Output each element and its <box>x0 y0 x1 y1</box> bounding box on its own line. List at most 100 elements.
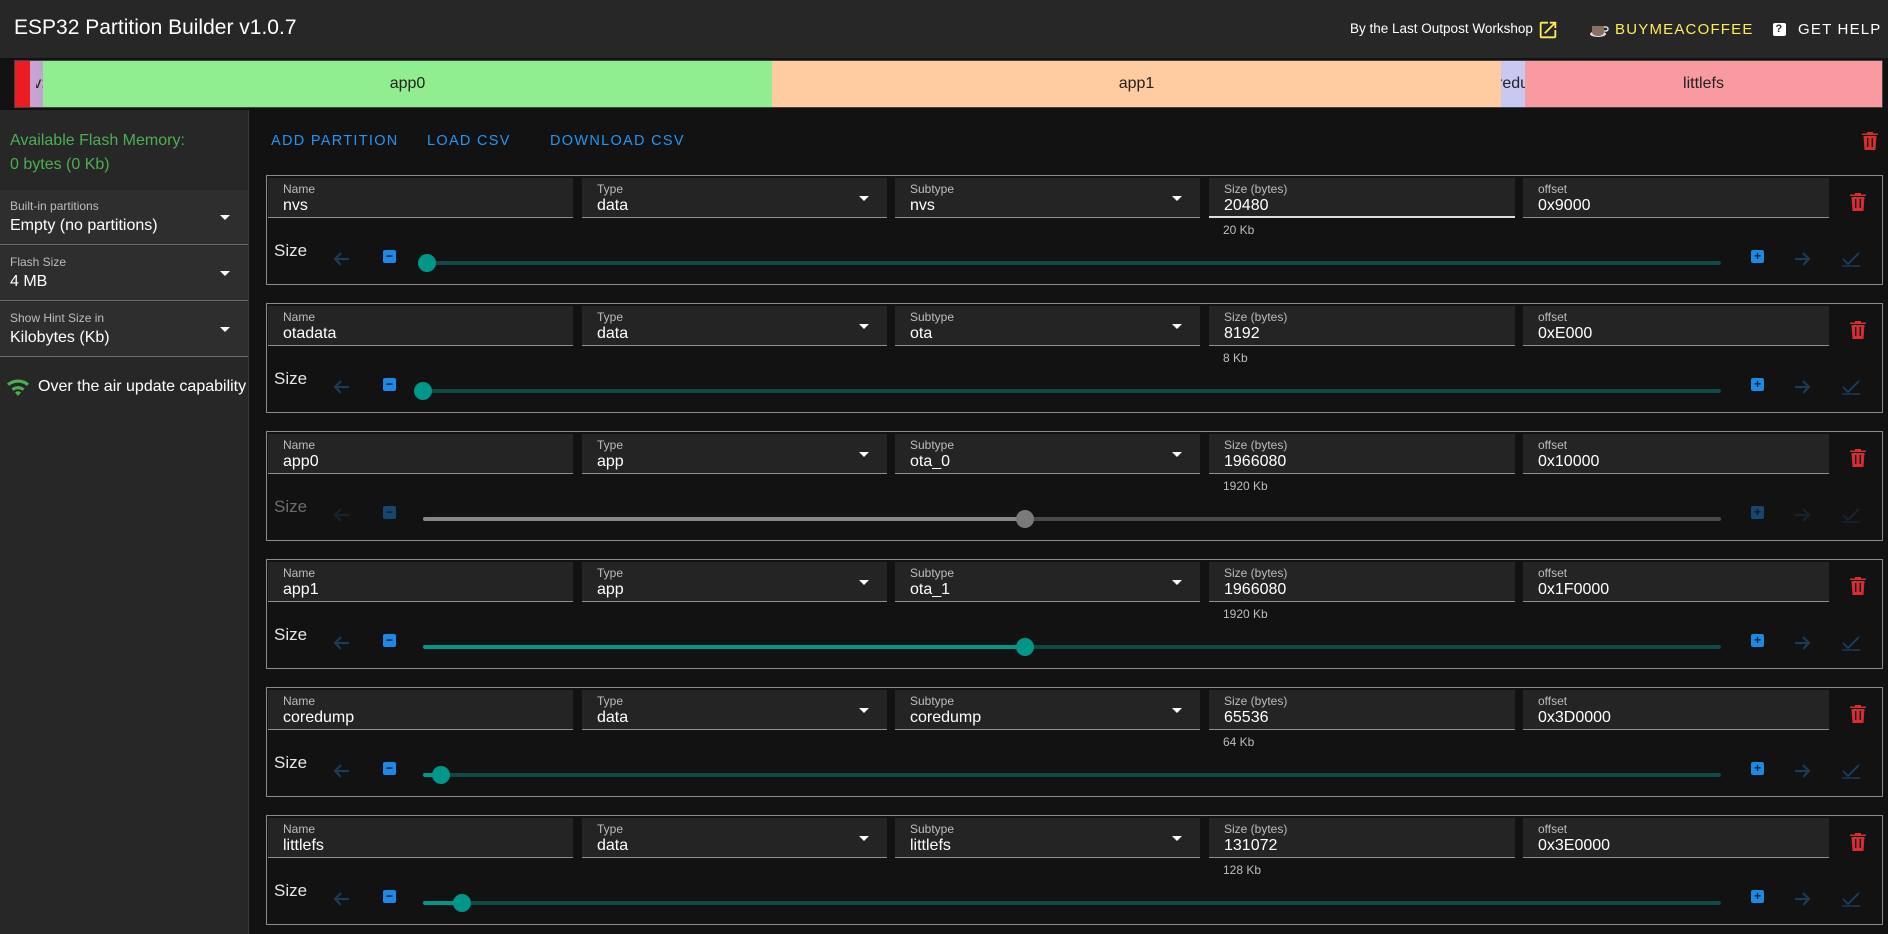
partition-size-field[interactable]: Size (bytes) 8192 <box>1209 306 1515 346</box>
partition-size-field[interactable]: Size (bytes) 1966080 <box>1209 434 1515 474</box>
app-bar: ESP32 Partition Builder v1.0.7 By the La… <box>0 0 1888 58</box>
partition-type-field[interactable]: Type data <box>582 306 887 346</box>
partition-map-segment: v: <box>36 61 43 107</box>
delete-partition-icon[interactable] <box>1850 449 1866 467</box>
slider-thumb[interactable] <box>417 254 436 272</box>
decrease-size-button[interactable]: − <box>383 634 396 647</box>
partition-name-field[interactable]: Name app0 <box>268 434 573 474</box>
field-label: Size (bytes) <box>1224 694 1288 708</box>
delete-all-icon[interactable] <box>1862 132 1878 150</box>
decrease-size-button[interactable]: − <box>383 762 396 775</box>
delete-partition-icon[interactable] <box>1850 833 1866 851</box>
size-slider[interactable] <box>423 894 1721 912</box>
arrow-left-icon[interactable] <box>334 252 350 266</box>
decrease-size-button[interactable]: − <box>383 378 396 391</box>
arrow-right-icon[interactable] <box>1794 380 1810 394</box>
partition-size-field[interactable]: Size (bytes) 131072 <box>1209 818 1515 858</box>
partition-size-field[interactable]: Size (bytes) 65536 <box>1209 690 1515 730</box>
slider-thumb[interactable] <box>414 382 432 400</box>
partition-size-field[interactable]: Size (bytes) 1966080 <box>1209 562 1515 602</box>
chevron-down-icon <box>1172 452 1182 457</box>
size-slider[interactable] <box>423 638 1721 656</box>
arrow-right-icon[interactable] <box>1794 636 1810 650</box>
delete-partition-icon[interactable] <box>1850 321 1866 339</box>
slider-fill <box>423 645 1026 649</box>
apply-check-icon[interactable] <box>1842 251 1860 267</box>
arrow-left-icon[interactable] <box>334 380 350 394</box>
partition-name-field[interactable]: Name otadata <box>268 306 573 346</box>
increase-size-button[interactable]: + <box>1751 634 1764 647</box>
partition-offset-field[interactable]: offset 0x3E0000 <box>1523 818 1829 858</box>
partition-type-field[interactable]: Type app <box>582 562 887 602</box>
apply-check-icon[interactable] <box>1842 379 1860 395</box>
partition-offset-field[interactable]: offset 0x1F0000 <box>1523 562 1829 602</box>
apply-check-icon[interactable] <box>1842 507 1860 523</box>
author-link[interactable]: By the Last Outpost Workshop <box>1350 21 1533 36</box>
decrease-size-button[interactable]: − <box>383 506 396 519</box>
arrow-left-icon[interactable] <box>334 892 350 906</box>
flash-size-select[interactable]: Flash Size 4 MB <box>0 246 248 301</box>
partition-subtype-field[interactable]: Subtype littlefs <box>895 818 1200 858</box>
field-label: offset <box>1538 566 1568 580</box>
delete-partition-icon[interactable] <box>1850 577 1866 595</box>
partition-subtype-field[interactable]: Subtype ota <box>895 306 1200 346</box>
partition-type-field[interactable]: Type app <box>582 434 887 474</box>
chevron-down-icon <box>859 836 869 841</box>
slider-thumb[interactable] <box>1016 638 1035 656</box>
partition-offset-field[interactable]: offset 0x10000 <box>1523 434 1829 474</box>
arrow-right-icon[interactable] <box>1794 892 1810 906</box>
field-value: data <box>597 325 629 342</box>
increase-size-button[interactable]: + <box>1751 378 1764 391</box>
partition-name-field[interactable]: Name coredump <box>268 690 573 730</box>
size-slider[interactable] <box>423 766 1721 784</box>
partition-subtype-field[interactable]: Subtype coredump <box>895 690 1200 730</box>
slider-thumb[interactable] <box>432 766 451 784</box>
partition-offset-field[interactable]: offset 0x9000 <box>1523 178 1829 218</box>
partition-name-field[interactable]: Name littlefs <box>268 818 573 858</box>
partition-subtype-field[interactable]: Subtype ota_1 <box>895 562 1200 602</box>
partition-type-field[interactable]: Type data <box>582 690 887 730</box>
open-in-new-icon[interactable] <box>1537 19 1559 41</box>
arrow-right-icon[interactable] <box>1794 252 1810 266</box>
apply-check-icon[interactable] <box>1842 763 1860 779</box>
buy-me-coffee-button[interactable]: BUYMEACOFFEE <box>1589 21 1754 38</box>
field-value: 1966080 <box>1224 581 1287 598</box>
partition-name-field[interactable]: Name app1 <box>268 562 573 602</box>
builtin-partitions-select[interactable]: Built-in partitions Empty (no partitions… <box>0 190 248 245</box>
partition-offset-field[interactable]: offset 0x3D0000 <box>1523 690 1829 730</box>
increase-size-button[interactable]: + <box>1751 506 1764 519</box>
builtin-partitions-label: Built-in partitions <box>10 199 99 213</box>
size-slider-label: Size <box>274 625 308 644</box>
arrow-right-icon[interactable] <box>1794 508 1810 522</box>
slider-thumb[interactable] <box>452 894 471 912</box>
partition-size-field[interactable]: Size (bytes) 20480 <box>1209 178 1515 218</box>
size-slider[interactable] <box>414 382 1721 400</box>
load-csv-button[interactable]: LOAD CSV <box>427 133 511 149</box>
arrow-left-icon[interactable] <box>334 764 350 778</box>
arrow-left-icon[interactable] <box>334 508 350 522</box>
download-csv-button[interactable]: DOWNLOAD CSV <box>550 133 685 149</box>
decrease-size-button[interactable]: − <box>383 250 396 263</box>
arrow-left-icon[interactable] <box>334 636 350 650</box>
delete-partition-icon[interactable] <box>1850 705 1866 723</box>
partition-type-field[interactable]: Type data <box>582 178 887 218</box>
delete-partition-icon[interactable] <box>1850 193 1866 211</box>
partition-type-field[interactable]: Type data <box>582 818 887 858</box>
increase-size-button[interactable]: + <box>1751 890 1764 903</box>
hint-size-select[interactable]: Show Hint Size in Kilobytes (Kb) <box>0 302 248 357</box>
size-slider[interactable] <box>417 254 1721 272</box>
field-label: Name <box>283 310 316 324</box>
increase-size-button[interactable]: + <box>1751 250 1764 263</box>
partition-subtype-field[interactable]: Subtype nvs <box>895 178 1200 218</box>
arrow-right-icon[interactable] <box>1794 764 1810 778</box>
increase-size-button[interactable]: + <box>1751 762 1764 775</box>
get-help-button[interactable]: ? GET HELP <box>1773 21 1882 38</box>
partition-offset-field[interactable]: offset 0xE000 <box>1523 306 1829 346</box>
decrease-size-button[interactable]: − <box>383 890 396 903</box>
partition-map-segment: app0 <box>43 61 772 107</box>
partition-name-field[interactable]: Name nvs <box>268 178 573 218</box>
partition-subtype-field[interactable]: Subtype ota_0 <box>895 434 1200 474</box>
add-partition-button[interactable]: ADD PARTITION <box>271 133 399 149</box>
apply-check-icon[interactable] <box>1842 635 1860 651</box>
apply-check-icon[interactable] <box>1842 891 1860 907</box>
